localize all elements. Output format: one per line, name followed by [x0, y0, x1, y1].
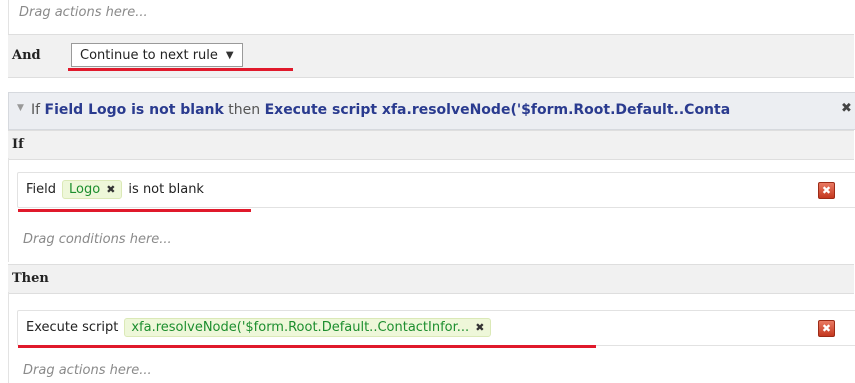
chevron-down-icon: ▼: [225, 49, 234, 61]
annotation-underline-action: [18, 345, 596, 348]
rule-header[interactable]: ▼ If Field Logo is not blank then Execut…: [8, 92, 855, 130]
and-dropdown[interactable]: Continue to next rule ▼: [71, 43, 243, 67]
rule-condition-summary: Field Logo is not blank: [44, 102, 224, 118]
top-actions-area: Drag actions here...: [8, 0, 855, 34]
condition-content: Field Logo ✖ is not blank: [26, 180, 204, 199]
delete-action-icon[interactable]: ✖: [818, 320, 835, 337]
condition-suffix: is not blank: [128, 182, 204, 197]
remove-chip-icon[interactable]: ✖: [106, 183, 115, 196]
and-label: And: [12, 48, 41, 63]
close-rule-icon[interactable]: ✖: [841, 101, 852, 116]
then-section-bar: Then: [8, 264, 854, 294]
rule-title: If Field Logo is not blank then Execute …: [31, 102, 843, 118]
if-section-label: If: [12, 137, 24, 152]
then-section-body: Execute script xfa.resolveNode('$form.Ro…: [8, 292, 855, 383]
then-section-label: Then: [12, 271, 49, 286]
remove-chip-icon[interactable]: ✖: [475, 321, 484, 334]
condition-row[interactable]: Field Logo ✖ is not blank ✖: [17, 172, 855, 208]
drag-actions-hint: Drag actions here...: [19, 5, 148, 20]
delete-condition-icon[interactable]: ✖: [818, 182, 835, 199]
condition-field-chip-label: Logo: [69, 182, 101, 197]
and-dropdown-value: Continue to next rule: [80, 47, 218, 63]
collapse-toggle-icon[interactable]: ▼: [17, 103, 24, 113]
action-script-chip-label: xfa.resolveNode('$form.Root.Default..Con…: [131, 320, 470, 335]
action-row[interactable]: Execute script xfa.resolveNode('$form.Ro…: [17, 310, 855, 346]
annotation-underline-condition: [18, 209, 251, 212]
if-section-bar: If: [8, 130, 854, 160]
condition-field-chip[interactable]: Logo ✖: [62, 180, 123, 199]
if-section-body: Field Logo ✖ is not blank ✖ Drag conditi…: [8, 158, 855, 262]
rule-if-word: If: [31, 102, 41, 118]
drag-actions-hint-bottom: Drag actions here...: [23, 363, 152, 378]
rule-then-word: then: [228, 102, 261, 118]
condition-prefix: Field: [26, 182, 57, 197]
and-row: And Continue to next rule ▼: [8, 34, 854, 78]
rule-action-summary: Execute script xfa.resolveNode('$form.Ro…: [264, 102, 731, 118]
action-script-chip[interactable]: xfa.resolveNode('$form.Root.Default..Con…: [124, 318, 492, 337]
action-content: Execute script xfa.resolveNode('$form.Ro…: [26, 318, 492, 337]
action-prefix: Execute script: [26, 320, 119, 335]
drag-conditions-hint: Drag conditions here...: [23, 232, 172, 247]
annotation-underline-dropdown: [68, 68, 293, 71]
